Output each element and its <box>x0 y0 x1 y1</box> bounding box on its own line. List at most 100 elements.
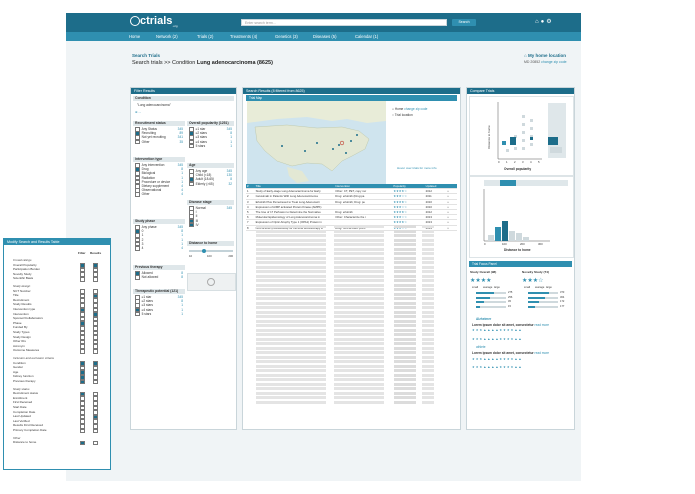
placeholder-title <box>256 360 326 363</box>
checkbox[interactable] <box>135 311 140 317</box>
checkbox[interactable] <box>135 192 140 197</box>
filter-checkbox[interactable] <box>80 276 85 282</box>
placeholder-stars <box>394 310 416 314</box>
filter-checkbox[interactable] <box>80 428 85 434</box>
zoom-icon[interactable] <box>207 278 215 286</box>
bar-fill <box>528 305 535 308</box>
nav-genetics[interactable]: Genetics (3) <box>275 34 298 39</box>
checkbox[interactable] <box>189 181 194 187</box>
bar-label: small <box>472 286 479 289</box>
placeholder-year <box>422 247 434 251</box>
table-row[interactable]: 1 Study of Early-stage Lung Adenocarcinom… <box>246 188 457 195</box>
checkbox[interactable] <box>135 275 140 280</box>
modal-row-label: Kidney function <box>13 374 34 379</box>
bar-fill <box>528 292 549 294</box>
logo[interactable]: ctrials.org <box>130 15 178 28</box>
legend-zip-link[interactable]: change zip code <box>404 107 427 111</box>
intervention-option[interactable]: Other 4 <box>135 192 183 197</box>
disease-stage-option[interactable]: IV <box>189 222 232 228</box>
placeholder-intervention <box>334 382 384 386</box>
map-svg <box>247 101 386 184</box>
results-checkbox[interactable] <box>93 348 98 354</box>
row-action-icon[interactable]: □ <box>446 225 457 231</box>
placeholder-year <box>422 265 434 269</box>
intervention-option-count: 4 <box>181 192 183 197</box>
condition-value[interactable]: "Lung adenocarcinoma" <box>137 103 171 107</box>
read-more-2[interactable]: read more <box>535 351 550 355</box>
results-checkbox[interactable] <box>93 379 98 385</box>
placeholder-intervention <box>334 310 384 314</box>
placeholder-stars <box>394 238 416 242</box>
table-row[interactable]: 6 Molecular Epidemiology of Lung Adenocar… <box>246 214 457 221</box>
home-location-title[interactable]: ⌂ My home location <box>524 53 566 58</box>
age-option[interactable]: Elderly (>65) 32 <box>189 181 232 187</box>
checkbox[interactable] <box>189 222 194 228</box>
change-zip-link[interactable]: change zip code <box>541 60 567 64</box>
placeholder-year <box>422 382 434 386</box>
placeholder-title <box>256 225 326 228</box>
nav-calendar[interactable]: Calendar (1) <box>355 34 378 39</box>
study-phase-option[interactable]: 44 <box>135 246 183 251</box>
histogram[interactable]: 0 100 200 300 Distance to home <box>469 176 574 258</box>
checkbox[interactable] <box>189 143 194 149</box>
section-label: Search Trials <box>132 53 161 58</box>
condition-add[interactable]: ⊕ ... <box>135 110 141 114</box>
nav-trials[interactable]: Trials (2) <box>197 34 213 39</box>
tab-athlete[interactable]: athlete <box>476 345 486 349</box>
placeholder-intervention <box>334 270 384 273</box>
nav-network[interactable]: Network (2) <box>156 34 178 39</box>
results-checkbox[interactable] <box>93 440 98 446</box>
read-more-1[interactable]: read more <box>535 323 550 327</box>
checkbox[interactable] <box>135 246 140 251</box>
filter-checkbox[interactable] <box>80 348 85 354</box>
age-header: Age <box>187 163 234 168</box>
placeholder-intervention <box>334 279 384 282</box>
tab-alzheimer[interactable]: Alzheimer <box>476 317 491 321</box>
placeholder-title <box>256 229 326 233</box>
svg-text:Distance to home: Distance to home <box>487 125 491 149</box>
distance-slider-handle[interactable] <box>202 249 206 253</box>
placeholder-stars <box>394 324 416 327</box>
filter-checkbox[interactable] <box>80 379 85 385</box>
placeholder-intervention <box>334 324 384 327</box>
placeholder-title <box>256 364 326 368</box>
therapeutic-option-count: 1 <box>181 311 183 316</box>
placeholder-title <box>256 238 326 242</box>
checkbox[interactable] <box>135 139 140 145</box>
previous-therapy-option[interactable]: Not allowed 8 <box>135 275 183 280</box>
modal-row-label: Title <box>13 293 19 298</box>
popularity-option[interactable]: 5 stars 1 <box>189 143 232 149</box>
filter-title: Filter Results <box>131 88 236 94</box>
recruitment-option[interactable]: Other 35 <box>135 139 183 145</box>
results-checkbox[interactable] <box>93 276 98 282</box>
placeholder-intervention <box>334 297 384 300</box>
nav-diseases[interactable]: Diseases (5) <box>313 34 337 39</box>
bar-value: 15 <box>508 304 511 308</box>
modal-row-label: Gender <box>13 365 24 370</box>
therapeutic-option[interactable]: 5 stars 1 <box>135 311 183 317</box>
placeholder-stars <box>394 225 416 228</box>
placeholder-stars <box>394 396 416 399</box>
table-row[interactable]: 3 Erlotinib Plus Pemetrexed to Treat Lung… <box>246 199 457 205</box>
modal-row: Previous therapy <box>13 379 103 385</box>
distance-slider[interactable] <box>189 250 233 252</box>
home-icon: ⌂ <box>392 107 394 111</box>
bar-fill <box>476 301 484 303</box>
nav-home[interactable]: Home <box>129 34 140 39</box>
placeholder-intervention <box>334 306 384 309</box>
placeholder-stars <box>394 373 416 377</box>
placeholder-year <box>422 319 434 323</box>
modal-row-label: Previous therapy <box>13 379 36 383</box>
trial-map[interactable] <box>247 101 386 184</box>
search-input[interactable]: Enter search term... <box>241 19 447 26</box>
filter-checkbox[interactable] <box>80 440 85 446</box>
placeholder-intervention <box>334 342 384 345</box>
search-button[interactable]: Search <box>452 19 476 26</box>
nav-treatments[interactable]: Treatments (4) <box>230 34 257 39</box>
table-row[interactable]: 2 Cetuximab in Patients With Lung Adenoca… <box>246 193 457 200</box>
placeholder-stars <box>394 387 416 390</box>
gear-icon[interactable]: ⚙ <box>546 19 553 25</box>
scatter-plot[interactable]: Distance to home 012345 Overall populari… <box>469 96 574 176</box>
results-checkbox[interactable] <box>93 428 98 434</box>
table-row[interactable]: 5 The Use of 17 Perfusion to Determine th… <box>246 209 457 216</box>
